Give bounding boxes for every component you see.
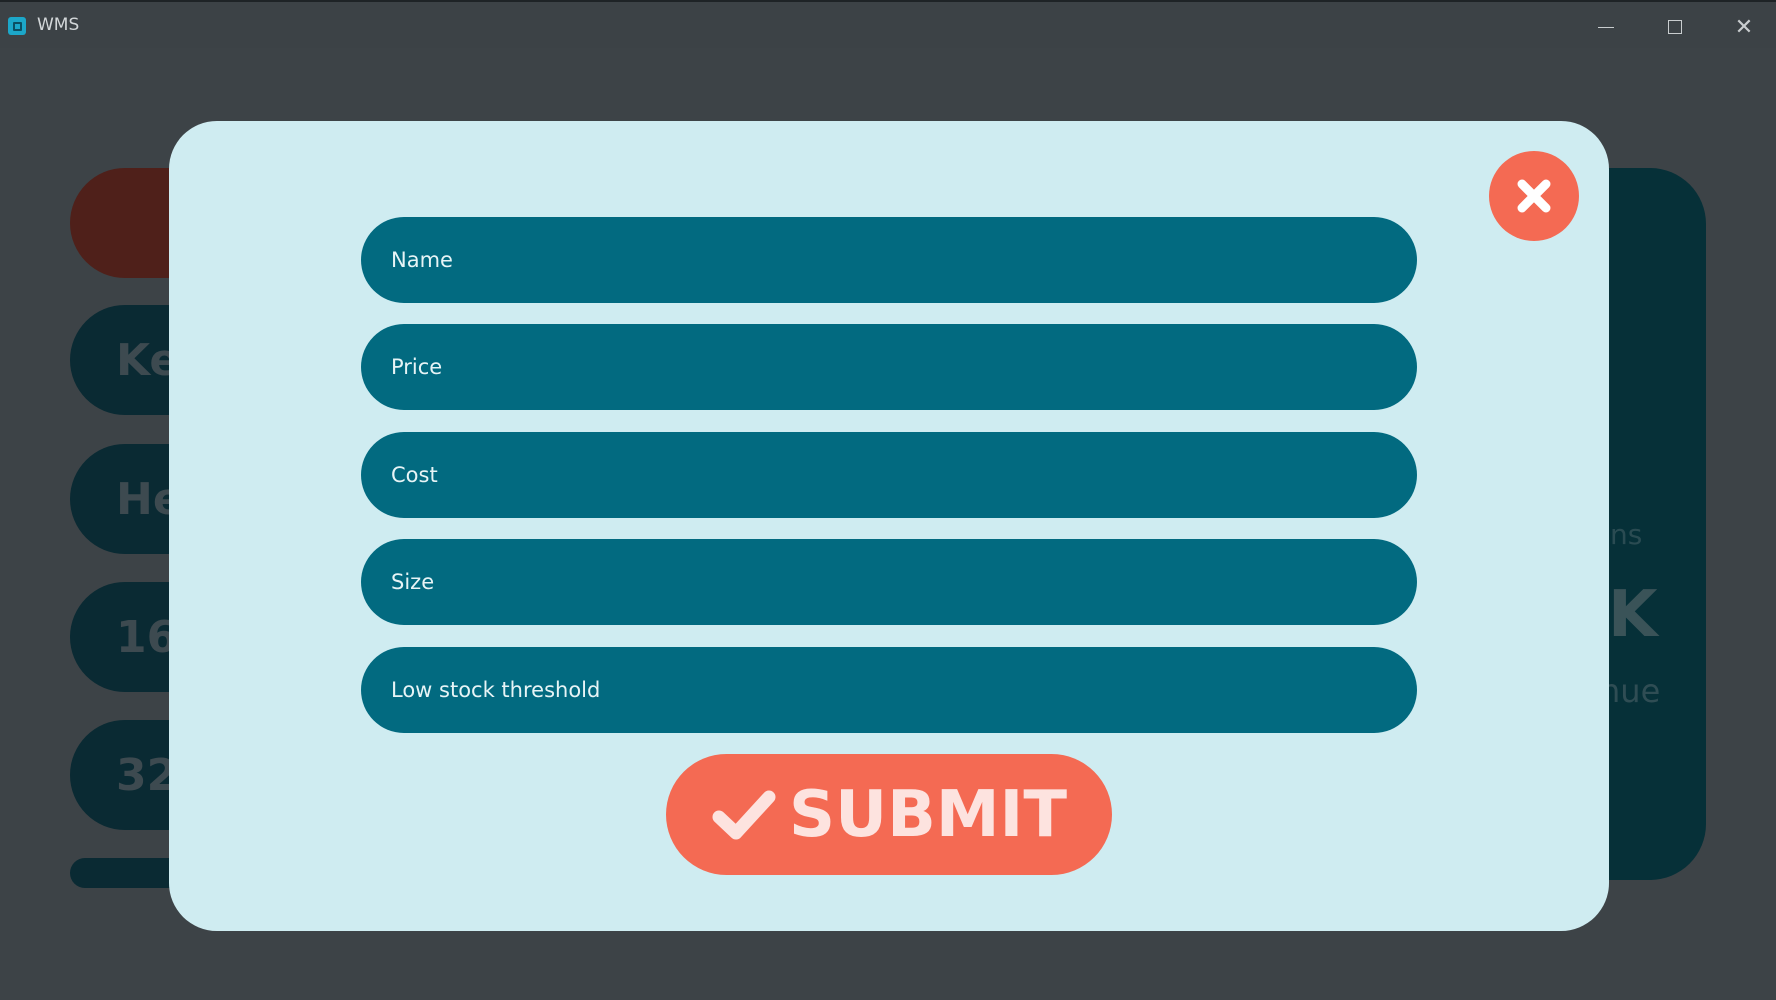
x-icon: [1517, 179, 1551, 213]
cost-field[interactable]: [361, 432, 1417, 518]
background-panel-text: K: [1608, 578, 1658, 652]
wms-app-icon: [8, 17, 26, 35]
window-titlebar: WMS ✕: [0, 0, 1776, 48]
submit-button[interactable]: SUBMIT: [666, 754, 1112, 875]
name-field[interactable]: [361, 217, 1417, 303]
submit-label: SUBMIT: [789, 777, 1067, 852]
background-panel-text: ns: [1610, 518, 1643, 551]
size-field[interactable]: [361, 539, 1417, 625]
maximize-icon: [1668, 20, 1682, 34]
low-stock-threshold-field[interactable]: [361, 647, 1417, 733]
checkmark-icon: [712, 790, 776, 839]
window-title: WMS: [37, 15, 80, 35]
close-icon: ✕: [1734, 14, 1754, 40]
close-window-button[interactable]: ✕: [1724, 12, 1764, 42]
minimize-icon: [1598, 26, 1614, 28]
close-modal-button[interactable]: [1489, 151, 1579, 241]
add-item-modal: SUBMIT: [169, 121, 1609, 931]
price-field[interactable]: [361, 324, 1417, 410]
minimize-button[interactable]: [1586, 12, 1626, 42]
maximize-button[interactable]: [1655, 12, 1695, 42]
background-panel-text: nue: [1600, 672, 1661, 710]
